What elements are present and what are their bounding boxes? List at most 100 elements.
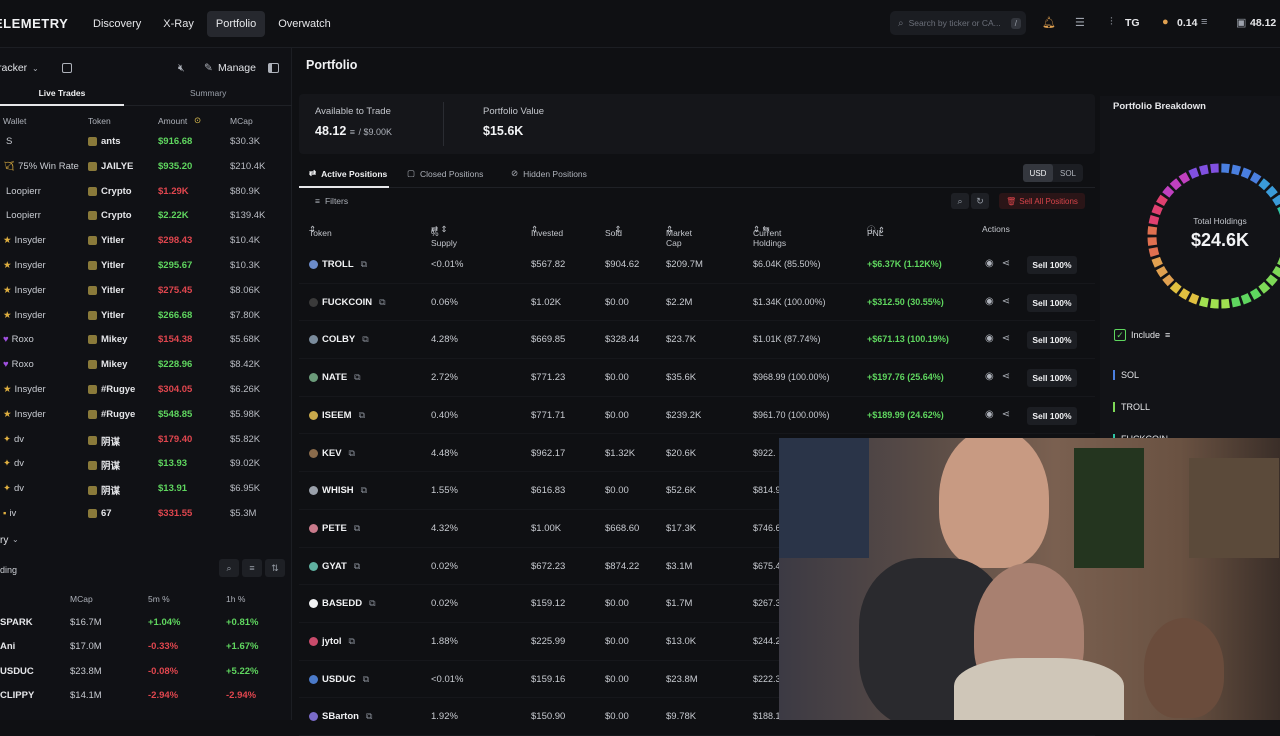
trade-row[interactable]: Loopierr Crypto $1.29K $80.9K [0, 180, 292, 205]
tab-active-positions[interactable]: ⇄ Active Positions [309, 168, 387, 179]
copy-icon[interactable]: ⧉ [349, 636, 355, 647]
sidebar-toggle-icon[interactable] [268, 63, 279, 73]
donut-segment[interactable] [1258, 281, 1271, 294]
position-token[interactable]: KEV ⧉ [309, 448, 355, 459]
col-1h[interactable]: 1h % [226, 594, 245, 604]
trade-token[interactable]: #Rugye [88, 384, 135, 395]
position-token[interactable]: ISEEM ⧉ [309, 410, 365, 421]
donut-segment[interactable] [1198, 296, 1209, 308]
position-token[interactable]: USDUC ⧉ [309, 674, 369, 685]
currency-usd[interactable]: USD [1023, 164, 1053, 182]
trade-row[interactable]: ★ Insyder Yitler $295.67 $10.3K [0, 254, 292, 279]
trade-row[interactable]: ★ Insyder #Rugye $304.05 $6.26K [0, 378, 292, 403]
position-token[interactable]: COLBY ⧉ [309, 334, 369, 345]
trade-row[interactable]: Loopierr Crypto $2.22K $139.4K [0, 204, 292, 229]
trade-token[interactable]: #Rugye [88, 409, 135, 420]
trade-wallet[interactable]: S [3, 136, 12, 147]
donut-segment[interactable] [1148, 247, 1160, 258]
share-icon[interactable]: ⋖ [1002, 333, 1010, 344]
trade-row[interactable]: Sants $916.68 $30.3K [0, 130, 292, 155]
chevron-down-icon[interactable]: ⌄ [32, 64, 39, 73]
position-row[interactable]: TROLL ⧉ <0.01% $567.82 $904.62 $209.7M $6.04K … [299, 246, 1095, 284]
wallet-icon[interactable]: ▣ [1236, 16, 1246, 29]
eye-icon[interactable]: ◉ [985, 333, 994, 344]
trade-row[interactable]: ✦ dv 阴谋 $13.93 $9.02K [0, 452, 292, 477]
position-token[interactable]: FUCKCOIN ⧉ [309, 297, 386, 308]
col-invested[interactable]: Invested ⇕ [531, 224, 563, 238]
col-token[interactable]: Token [88, 116, 111, 126]
trade-wallet[interactable]: ★ Insyder [3, 384, 46, 395]
copy-icon[interactable]: ⧉ [361, 485, 367, 496]
tab-hidden-positions[interactable]: ⊘ Hidden Positions [511, 168, 587, 179]
donut-segment[interactable] [1178, 172, 1191, 184]
donut-segment[interactable] [1147, 237, 1158, 246]
position-row[interactable]: FUCKCOIN ⧉ 0.06% $1.02K $0.00 $2.2M $1.34K (10… [299, 284, 1095, 322]
copy-icon[interactable]: ⧉ [354, 372, 360, 383]
share-icon[interactable]: ⋖ [1002, 409, 1010, 420]
position-token[interactable]: SBarton ⧉ [309, 711, 372, 722]
eye-icon[interactable]: ◉ [985, 296, 994, 307]
include-toggle[interactable]: ✓ Include ≡ [1114, 329, 1170, 341]
trade-wallet[interactable]: ★ Insyder [3, 310, 46, 321]
position-token[interactable]: NATE ⧉ [309, 372, 361, 383]
trade-wallet[interactable]: ✦ dv [3, 483, 24, 494]
trade-token[interactable]: 阴谋 [88, 458, 120, 472]
donut-segment[interactable] [1265, 274, 1278, 287]
col-mcap[interactable]: MCap [70, 594, 93, 604]
nav-xray[interactable]: X-Ray [154, 11, 203, 37]
trade-token[interactable]: Mikey [88, 334, 127, 345]
trade-token[interactable]: Yitler [88, 310, 124, 321]
share-icon[interactable]: ⋖ [1002, 371, 1010, 382]
donut-segment[interactable] [1231, 164, 1242, 176]
position-token[interactable]: GYAT ⧉ [309, 561, 360, 572]
donut-segment[interactable] [1162, 274, 1175, 287]
position-token[interactable]: WHISH ⧉ [309, 485, 367, 496]
donut-segment[interactable] [1156, 265, 1168, 278]
trade-wallet[interactable]: Loopierr [3, 186, 41, 197]
position-row[interactable]: ISEEM ⧉ 0.40% $771.71 $0.00 $239.2K $961.70 (1… [299, 397, 1095, 435]
trade-row[interactable]: ♥ Roxo Mikey $228.96 $8.42K [0, 353, 292, 378]
search-icon[interactable]: ⌕ [219, 559, 239, 577]
donut-segment[interactable] [1221, 163, 1230, 174]
trade-wallet[interactable]: ★ Insyder [3, 285, 46, 296]
trending-row[interactable]: USDUC $23.8M -0.08% +5.22% [0, 660, 292, 684]
trade-wallet[interactable]: ★ Insyder [3, 235, 46, 246]
col-holdings[interactable]: Current Holdings ⇕ ⇆ [753, 224, 786, 248]
copy-icon[interactable]: ⧉ [369, 598, 375, 609]
trending-dropdown[interactable]: ry [0, 535, 8, 546]
trade-row[interactable]: ★ Insyder #Rugye $548.85 $5.98K [0, 403, 292, 428]
copy-icon[interactable]: ⧉ [359, 410, 365, 421]
tab-summary[interactable]: Summary [190, 88, 226, 98]
checkbox-icon[interactable]: ✓ [1114, 329, 1126, 341]
donut-segment[interactable] [1231, 296, 1242, 308]
sell-100-button[interactable]: Sell 100% [1027, 293, 1077, 312]
wallet-balance[interactable]: 48.12 [1250, 17, 1276, 29]
donut-segment[interactable] [1178, 288, 1191, 300]
search-icon[interactable]: ⌕ [951, 193, 969, 209]
chevron-down-icon[interactable]: ⌄ [12, 535, 19, 544]
trade-row[interactable]: 🏹︎ 75% Win Rate JAILYE $935.20 $210.4K [0, 155, 292, 180]
eye-icon[interactable]: ◉ [985, 409, 994, 420]
donut-segment[interactable] [1240, 167, 1252, 179]
col-supply[interactable]: % Supply ⇄ ⇕ [431, 224, 457, 248]
trade-token[interactable]: 阴谋 [88, 434, 120, 448]
donut-segment[interactable] [1272, 265, 1280, 278]
donut-segment[interactable] [1162, 185, 1175, 198]
trade-row[interactable]: ✦ dv 阴谋 $179.40 $5.82K [0, 428, 292, 453]
donut-segment[interactable] [1188, 167, 1200, 179]
search-input[interactable]: ⌕ Search by ticker or CA... / [890, 11, 1026, 35]
trade-wallet[interactable]: Loopierr [3, 210, 41, 221]
trending-row[interactable]: SPARK $16.7M +1.04% +0.81% [0, 611, 292, 635]
donut-segment[interactable] [1198, 164, 1209, 176]
trade-wallet[interactable]: ★ Insyder [3, 409, 46, 420]
trade-row[interactable]: ★ Insyder Yitler $298.43 $10.4K [0, 229, 292, 254]
donut-segment[interactable] [1249, 288, 1262, 300]
trade-wallet[interactable]: 🏹︎ 75% Win Rate [3, 161, 79, 172]
trade-token[interactable]: Crypto [88, 186, 132, 197]
copy-icon[interactable]: ⧉ [363, 674, 369, 685]
trending-row[interactable]: CLIPPY $14.1M -2.94% -2.94% [0, 684, 292, 708]
trade-row[interactable]: ▪ iv 67 $331.55 $5.3M [0, 502, 292, 527]
share-icon[interactable]: ⋖ [1002, 296, 1010, 307]
trade-wallet[interactable]: ♥ Roxo [3, 334, 34, 345]
copy-icon[interactable]: ⧉ [354, 523, 360, 534]
